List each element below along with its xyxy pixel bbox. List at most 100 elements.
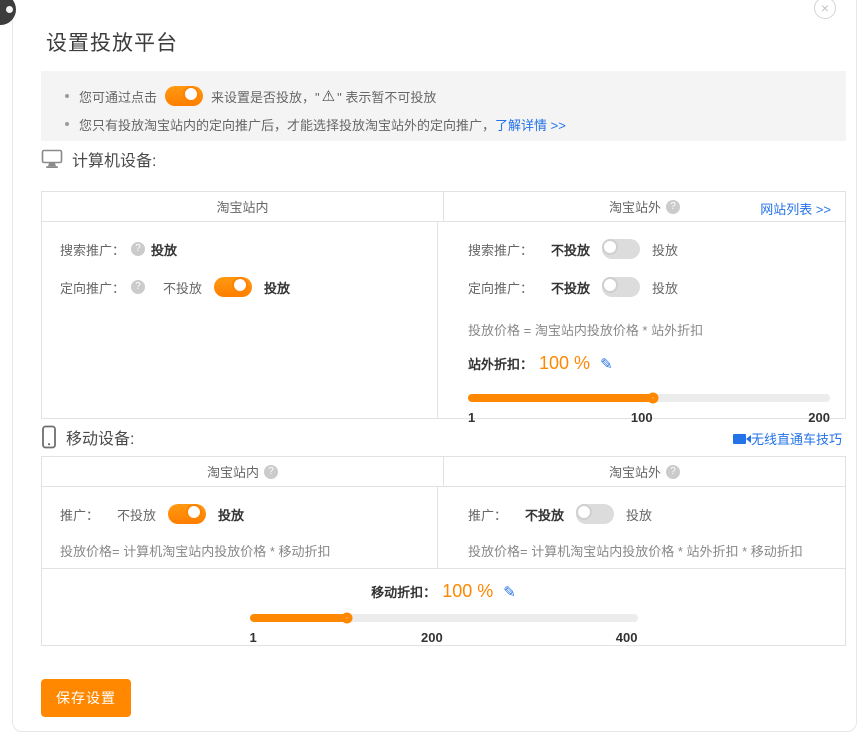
slider-fill bbox=[250, 614, 347, 622]
offsite-target-label: 定向推广： bbox=[468, 278, 533, 297]
computer-offsite-cell: 搜索推广： 不投放 投放 定向推广： 不投放 投放 投放价格 = 淘宝站内投放价… bbox=[437, 222, 845, 419]
mobile-offsite-cell: 推广： 不投放 投放 投放价格= 计算机淘宝站内投放价格 * 站外折扣 * 移动… bbox=[437, 487, 845, 568]
help-icon[interactable]: ? bbox=[666, 465, 680, 479]
onsite-target-off-label: 不投放 bbox=[163, 278, 202, 297]
notice-1-pre: 您可通过点击 bbox=[79, 87, 157, 106]
mobile-offsite-header: 淘宝站外 ? bbox=[443, 457, 845, 486]
help-icon[interactable]: ? bbox=[264, 465, 278, 479]
slider-mid-label: 200 bbox=[421, 630, 443, 645]
logo-hole bbox=[6, 6, 13, 13]
computer-onsite-cell: 搜索推广： ? 投放 定向推广： ? 不投放 投放 bbox=[42, 222, 437, 419]
mobile-offsite-formula: 投放价格= 计算机淘宝站内投放价格 * 站外折扣 * 移动折扣 bbox=[468, 541, 845, 560]
mobile-onsite-formula: 投放价格= 计算机淘宝站内投放价格 * 移动折扣 bbox=[60, 541, 437, 560]
offsite-price-formula: 投放价格 = 淘宝站内投放价格 * 站外折扣 bbox=[468, 320, 845, 339]
mobile-table: 淘宝站内 ? 淘宝站外 ? 推广： 不投放 投放 投放价格= 计算机淘宝站内投放… bbox=[41, 456, 846, 646]
onsite-search-value: 投放 bbox=[151, 240, 177, 259]
mobile-offsite-off-label: 不投放 bbox=[525, 505, 564, 524]
offsite-target-off-label: 不投放 bbox=[551, 278, 590, 297]
notice-2-text: 您只有投放淘宝站内的定向推广后，才能选择投放淘宝站外的定向推广， bbox=[79, 115, 495, 134]
video-camera-icon bbox=[733, 434, 746, 444]
offsite-discount-label: 站外折扣： bbox=[468, 354, 533, 373]
mobile-discount-row: 移动折扣： 100 % ✎ 1 200 400 bbox=[42, 568, 845, 645]
computer-onsite-header-label: 淘宝站内 bbox=[216, 197, 268, 216]
warning-icon: ⚠ bbox=[322, 87, 335, 105]
mobile-offsite-promo-row: 推广： 不投放 投放 bbox=[468, 503, 845, 525]
offsite-search-off-label: 不投放 bbox=[551, 240, 590, 259]
toggle-knob[interactable] bbox=[576, 504, 592, 520]
slider-handle[interactable] bbox=[341, 613, 352, 624]
mobile-section-title: 移动设备: bbox=[66, 425, 134, 449]
mobile-icon bbox=[41, 425, 57, 449]
offsite-search-toggle[interactable] bbox=[602, 239, 640, 259]
notice-line-2: 您只有投放淘宝站内的定向推广后，才能选择投放淘宝站外的定向推广， 了解详情 >> bbox=[65, 111, 828, 137]
help-icon[interactable]: ? bbox=[131, 242, 145, 256]
mobile-discount-line: 移动折扣： 100 % ✎ bbox=[42, 581, 845, 602]
onsite-target-row: 定向推广： ? 不投放 投放 bbox=[60, 276, 437, 298]
help-icon[interactable]: ? bbox=[131, 280, 145, 294]
slider-handle[interactable] bbox=[647, 393, 658, 404]
notice-box: 您可通过点击 来设置是否投放，" ⚠ " 表示暂不可投放 您只有投放淘宝站内的定… bbox=[41, 71, 846, 141]
toggle-knob[interactable] bbox=[186, 504, 202, 520]
wireless-tips-link[interactable]: 无线直通车技巧 bbox=[751, 429, 842, 448]
computer-section-title: 计算机设备: bbox=[72, 147, 156, 171]
mobile-onsite-toggle[interactable] bbox=[168, 504, 206, 524]
save-settings-button[interactable]: 保存设置 bbox=[41, 679, 131, 717]
set-platform-dialog: × 设置投放平台 您可通过点击 来设置是否投放，" ⚠ " 表示暂不可投放 您只… bbox=[12, 0, 857, 732]
offsite-search-label: 搜索推广： bbox=[468, 240, 533, 259]
onsite-target-on-label: 投放 bbox=[264, 278, 290, 297]
slider-min-label: 1 bbox=[468, 410, 475, 425]
mobile-onsite-promo-label: 推广： bbox=[60, 505, 99, 524]
slider-min-label: 1 bbox=[250, 630, 257, 645]
mobile-discount-label: 移动折扣： bbox=[371, 582, 436, 601]
toggle-knob bbox=[183, 86, 199, 102]
close-icon[interactable]: × bbox=[814, 0, 836, 19]
mobile-section-heading: 移动设备: bbox=[41, 425, 134, 449]
computer-section-heading: 计算机设备: bbox=[41, 147, 156, 171]
mobile-onsite-cell: 推广： 不投放 投放 投放价格= 计算机淘宝站内投放价格 * 移动折扣 bbox=[42, 487, 437, 568]
mobile-onsite-off-label: 不投放 bbox=[117, 505, 156, 524]
slider-max-label: 400 bbox=[616, 630, 638, 645]
offsite-discount-line: 站外折扣： 100 % ✎ bbox=[468, 353, 845, 374]
example-toggle-row bbox=[165, 86, 203, 106]
mobile-onsite-header-label: 淘宝站内 bbox=[207, 462, 259, 481]
mobile-offsite-toggle[interactable] bbox=[576, 504, 614, 524]
wireless-tips: 无线直通车技巧 bbox=[733, 429, 842, 448]
slider-max-label: 200 bbox=[808, 410, 830, 425]
notice-1-end: " 表示暂不可投放 bbox=[337, 87, 436, 106]
toggle-knob[interactable] bbox=[232, 277, 248, 293]
notice-1-mid: 来设置是否投放，" bbox=[211, 87, 320, 106]
mobile-onsite-on-label: 投放 bbox=[218, 505, 244, 524]
bullet-dot bbox=[65, 94, 69, 98]
edit-icon[interactable]: ✎ bbox=[503, 583, 516, 601]
offsite-slider-labels: 1 100 200 bbox=[468, 410, 830, 428]
offsite-discount-value: 100 % bbox=[539, 353, 590, 374]
edit-icon[interactable]: ✎ bbox=[600, 355, 613, 373]
onsite-search-row: 搜索推广： ? 投放 bbox=[60, 238, 437, 260]
mobile-slider-labels: 1 200 400 bbox=[250, 630, 638, 648]
mobile-table-header: 淘宝站内 ? 淘宝站外 ? bbox=[42, 457, 845, 487]
mobile-discount-slider[interactable] bbox=[250, 614, 638, 622]
mobile-onsite-header: 淘宝站内 ? bbox=[42, 457, 443, 486]
mobile-offsite-promo-label: 推广： bbox=[468, 505, 507, 524]
computer-table-header: 淘宝站内 淘宝站外 ? 网站列表 >> bbox=[42, 192, 845, 222]
offsite-target-toggle[interactable] bbox=[602, 277, 640, 297]
onsite-target-label: 定向推广： bbox=[60, 278, 125, 297]
computer-icon bbox=[41, 149, 63, 169]
dialog-title: 设置投放平台 bbox=[46, 27, 178, 57]
mobile-onsite-promo-row: 推广： 不投放 投放 bbox=[60, 503, 437, 525]
offsite-search-on-label: 投放 bbox=[652, 240, 678, 259]
learn-more-link[interactable]: 了解详情 >> bbox=[495, 115, 566, 134]
bullet-dot bbox=[65, 122, 69, 126]
onsite-search-label: 搜索推广： bbox=[60, 240, 125, 259]
website-list-link[interactable]: 网站列表 >> bbox=[760, 199, 831, 218]
offsite-discount-slider[interactable] bbox=[468, 394, 830, 402]
toggle-knob[interactable] bbox=[602, 239, 618, 255]
computer-offsite-header-label: 淘宝站外 bbox=[609, 197, 661, 216]
example-toggle-icon bbox=[165, 86, 203, 106]
offsite-target-row: 定向推广： 不投放 投放 bbox=[468, 276, 845, 298]
offsite-search-row: 搜索推广： 不投放 投放 bbox=[468, 238, 845, 260]
onsite-target-toggle[interactable] bbox=[214, 277, 252, 297]
help-icon[interactable]: ? bbox=[666, 200, 680, 214]
slider-mid-label: 100 bbox=[631, 410, 653, 425]
toggle-knob[interactable] bbox=[602, 277, 618, 293]
